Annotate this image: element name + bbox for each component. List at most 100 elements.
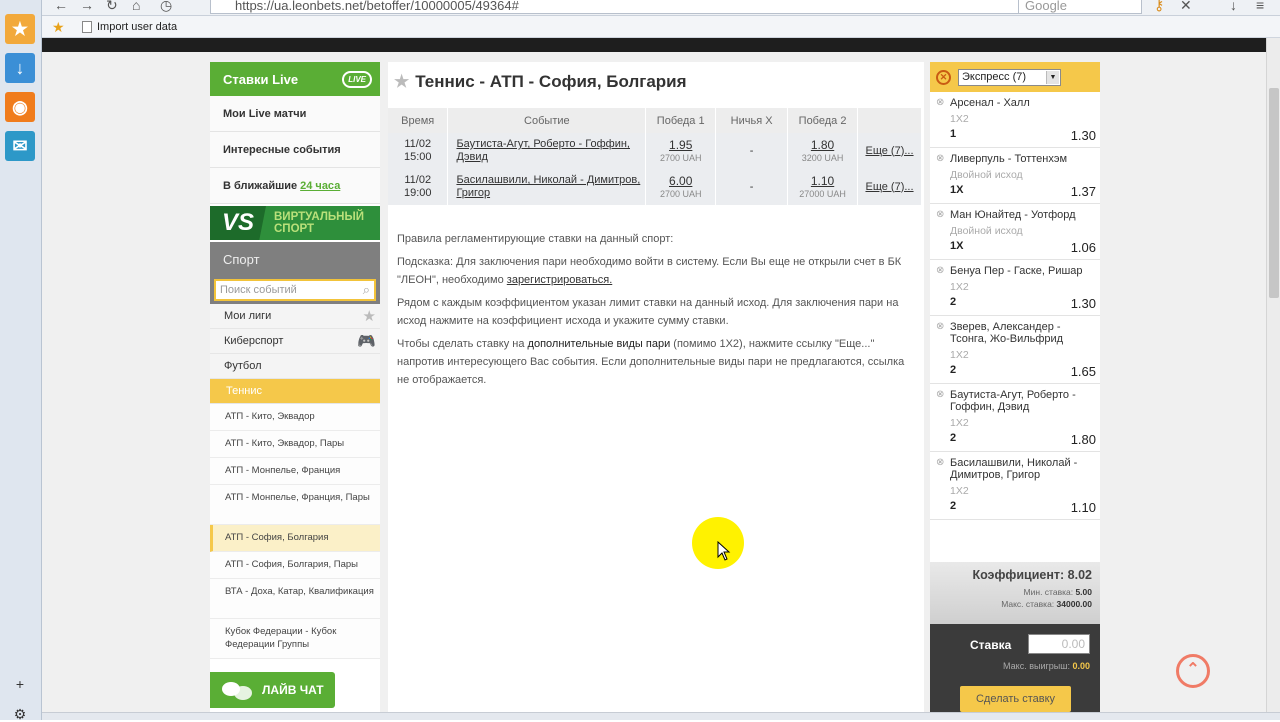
- sport-item-my-leagues[interactable]: Мои лиги ★: [210, 304, 380, 329]
- place-bet-button[interactable]: Сделать ставку: [960, 686, 1071, 712]
- league-item-current[interactable]: АТП - София, Болгария: [210, 525, 380, 552]
- home-icon[interactable]: ⌂: [132, 0, 140, 13]
- bet-market: 1X2: [950, 113, 969, 125]
- league-item[interactable]: ВТА - Доха, Катар, Квалификация: [210, 579, 380, 619]
- league-item[interactable]: Кубок Федерации - Кубок Федерации Группы: [210, 619, 380, 659]
- chat-app-icon[interactable]: ✉: [5, 131, 35, 161]
- bet-result: 2: [950, 432, 957, 444]
- event-name[interactable]: Басилашвили, Николай - Димитров, Григор: [447, 169, 647, 205]
- remove-bet-icon[interactable]: ⊗: [936, 209, 944, 220]
- tools-icon[interactable]: ✕: [1180, 0, 1192, 14]
- rules-limits: Рядом с каждым коэффициентом указан лими…: [397, 297, 899, 327]
- key-icon[interactable]: ⚷: [1154, 0, 1164, 14]
- bet-result: 1X: [950, 184, 964, 196]
- more-markets-link[interactable]: Еще (7)...: [857, 169, 922, 205]
- menu-icon[interactable]: ≡: [1256, 0, 1264, 13]
- league-item[interactable]: АТП - София, Болгария, Пары: [210, 552, 380, 579]
- sidebar-link-my-live[interactable]: Мои Live матчи: [210, 96, 380, 132]
- bookmarks-bar: ★ Import user data: [42, 16, 1280, 38]
- league-item[interactable]: АТП - Монпелье, Франция: [210, 458, 380, 485]
- download-arrow-icon[interactable]: ↓: [1230, 0, 1237, 13]
- league-item[interactable]: АТП - Кито, Эквадор: [210, 404, 380, 431]
- soon-prefix: В ближайшие: [223, 179, 298, 192]
- odds-win1[interactable]: 1.95 2700 UAH: [645, 133, 717, 169]
- stake-input[interactable]: 0.00: [1028, 634, 1090, 654]
- remove-bet-icon[interactable]: ⊗: [936, 389, 944, 400]
- min-stake-label: Мин. ставка:: [1023, 587, 1074, 597]
- max-win-label: Макс. выигрыш:: [1003, 661, 1070, 671]
- live-chat-button[interactable]: ЛАЙВ ЧАТ: [210, 672, 335, 708]
- virtual-line1: ВИРТУАЛЬНЫЙ: [274, 211, 365, 223]
- sport-item-esports[interactable]: Киберспорт 🎮: [210, 329, 380, 354]
- bet-result: 2: [950, 500, 957, 512]
- remove-bet-icon[interactable]: ⊗: [936, 265, 944, 276]
- slip-bet: ⊗ Зверев, Александер - Тсонга, Жо-Вильфр…: [930, 316, 1100, 384]
- stake-area: Ставка 0.00 Макс. выигрыш: 0.00 Сделать …: [930, 624, 1100, 712]
- remove-bet-icon[interactable]: ⊗: [936, 457, 944, 468]
- bet-type-select[interactable]: Экспресс (7) ▼: [958, 68, 1061, 86]
- sidebar-link-soon[interactable]: В ближайшие 24 часа: [210, 168, 380, 204]
- bookmark-label: Import user data: [97, 21, 178, 33]
- mouse-cursor-icon: [717, 541, 731, 561]
- back-icon[interactable]: ←: [54, 0, 68, 13]
- remove-bet-icon[interactable]: ⊗: [936, 321, 944, 332]
- virtual-sport-banner[interactable]: VS ВИРТУАЛЬНЫЙ СПОРТ: [210, 206, 380, 240]
- sport-item-tennis[interactable]: Теннис: [210, 379, 380, 404]
- document-icon: [82, 21, 92, 33]
- betting-rules: Правила регламентирующие ставки на данны…: [397, 230, 912, 394]
- site-top-strip: [42, 38, 1266, 52]
- reload-icon[interactable]: ↻: [106, 0, 118, 14]
- odds-win1[interactable]: 6.00 2700 UAH: [645, 169, 717, 205]
- favorite-star-icon[interactable]: ★: [394, 72, 409, 92]
- scroll-thumb[interactable]: [1269, 88, 1279, 298]
- remove-bet-icon[interactable]: ⊗: [936, 97, 944, 108]
- history-icon[interactable]: ◷: [160, 0, 172, 14]
- live-bets-header[interactable]: Ставки Live LIVE: [210, 62, 380, 96]
- sport-item-football[interactable]: Футбол: [210, 354, 380, 379]
- odds-win2[interactable]: 1.10 27000 UAH: [787, 169, 859, 205]
- bet-odds: 1.30: [1070, 128, 1096, 143]
- rules-more: Чтобы сделать ставку на дополнительные в…: [397, 338, 905, 386]
- search-engine-box[interactable]: Google: [1018, 0, 1142, 14]
- search-icon[interactable]: ⌕: [363, 282, 370, 298]
- bet-odds: 1.30: [1070, 296, 1096, 311]
- vs-logo: VS: [210, 206, 266, 240]
- slip-summary: Коэффициент: 8.02 Мин. ставка: 5.00 Макс…: [930, 562, 1100, 624]
- clear-slip-icon[interactable]: ✕: [936, 69, 951, 85]
- bet-market: 1X2: [950, 349, 969, 361]
- event-name[interactable]: Баутиста-Агут, Роберто - Гоффин, Дэвид: [447, 133, 647, 169]
- bookmark-star-icon[interactable]: ★: [52, 19, 65, 36]
- star-icon[interactable]: ★: [363, 307, 376, 325]
- event-datetime: 11/02 15:00: [388, 133, 449, 169]
- bet-type-value: Экспресс (7): [962, 70, 1027, 83]
- page-title-text: Теннис - АТП - София, Болгария: [415, 72, 687, 91]
- address-bar[interactable]: https://ua.leonbets.net/betoffer/1000000…: [210, 0, 1055, 14]
- slip-bet: ⊗ Баутиста-Агут, Роберто - Гоффин, Дэвид…: [930, 384, 1100, 452]
- rules-hint: Подсказка: Для заключения пари необходим…: [397, 256, 902, 286]
- favorites-icon[interactable]: ★: [5, 14, 35, 44]
- bet-odds: 1.06: [1070, 240, 1096, 255]
- gamepad-icon: 🎮: [357, 333, 376, 350]
- bet-event: Ливерпуль - Тоттенхэм: [950, 153, 1068, 165]
- forward-icon[interactable]: →: [80, 0, 94, 13]
- league-item[interactable]: АТП - Кито, Эквадор, Пары: [210, 431, 380, 458]
- scroll-top-arrow-icon[interactable]: ⌃: [1176, 654, 1210, 688]
- sport-heading: Спорт: [210, 242, 380, 276]
- page-scrollbar[interactable]: [1266, 38, 1280, 712]
- bet-slip-header: ✕ Экспресс (7) ▼: [930, 62, 1100, 92]
- event-search-input[interactable]: Поиск событий ⌕: [214, 279, 376, 301]
- sidebar-link-interesting[interactable]: Интересные события: [210, 132, 380, 168]
- rss-icon[interactable]: ◉: [5, 92, 35, 122]
- sport-label: Киберспорт: [224, 335, 284, 347]
- downloads-icon[interactable]: ↓: [5, 53, 35, 83]
- slip-bet: ⊗ Ливерпуль - Тоттенхэм Двойной исход 1X…: [930, 148, 1100, 204]
- bookmark-import[interactable]: Import user data: [82, 21, 177, 33]
- odds-win2[interactable]: 1.80 3200 UAH: [787, 133, 859, 169]
- remove-bet-icon[interactable]: ⊗: [936, 153, 944, 164]
- soon-24h-link[interactable]: 24 часа: [300, 180, 340, 192]
- more-markets-link[interactable]: Еще (7)...: [857, 133, 922, 169]
- league-item[interactable]: АТП - Монпелье, Франция, Пары: [210, 485, 380, 525]
- register-link[interactable]: зарегистрироваться.: [507, 274, 612, 286]
- slip-bet: ⊗ Басилашвили, Николай - Димитров, Григо…: [930, 452, 1100, 520]
- add-panel-icon[interactable]: +: [12, 676, 28, 692]
